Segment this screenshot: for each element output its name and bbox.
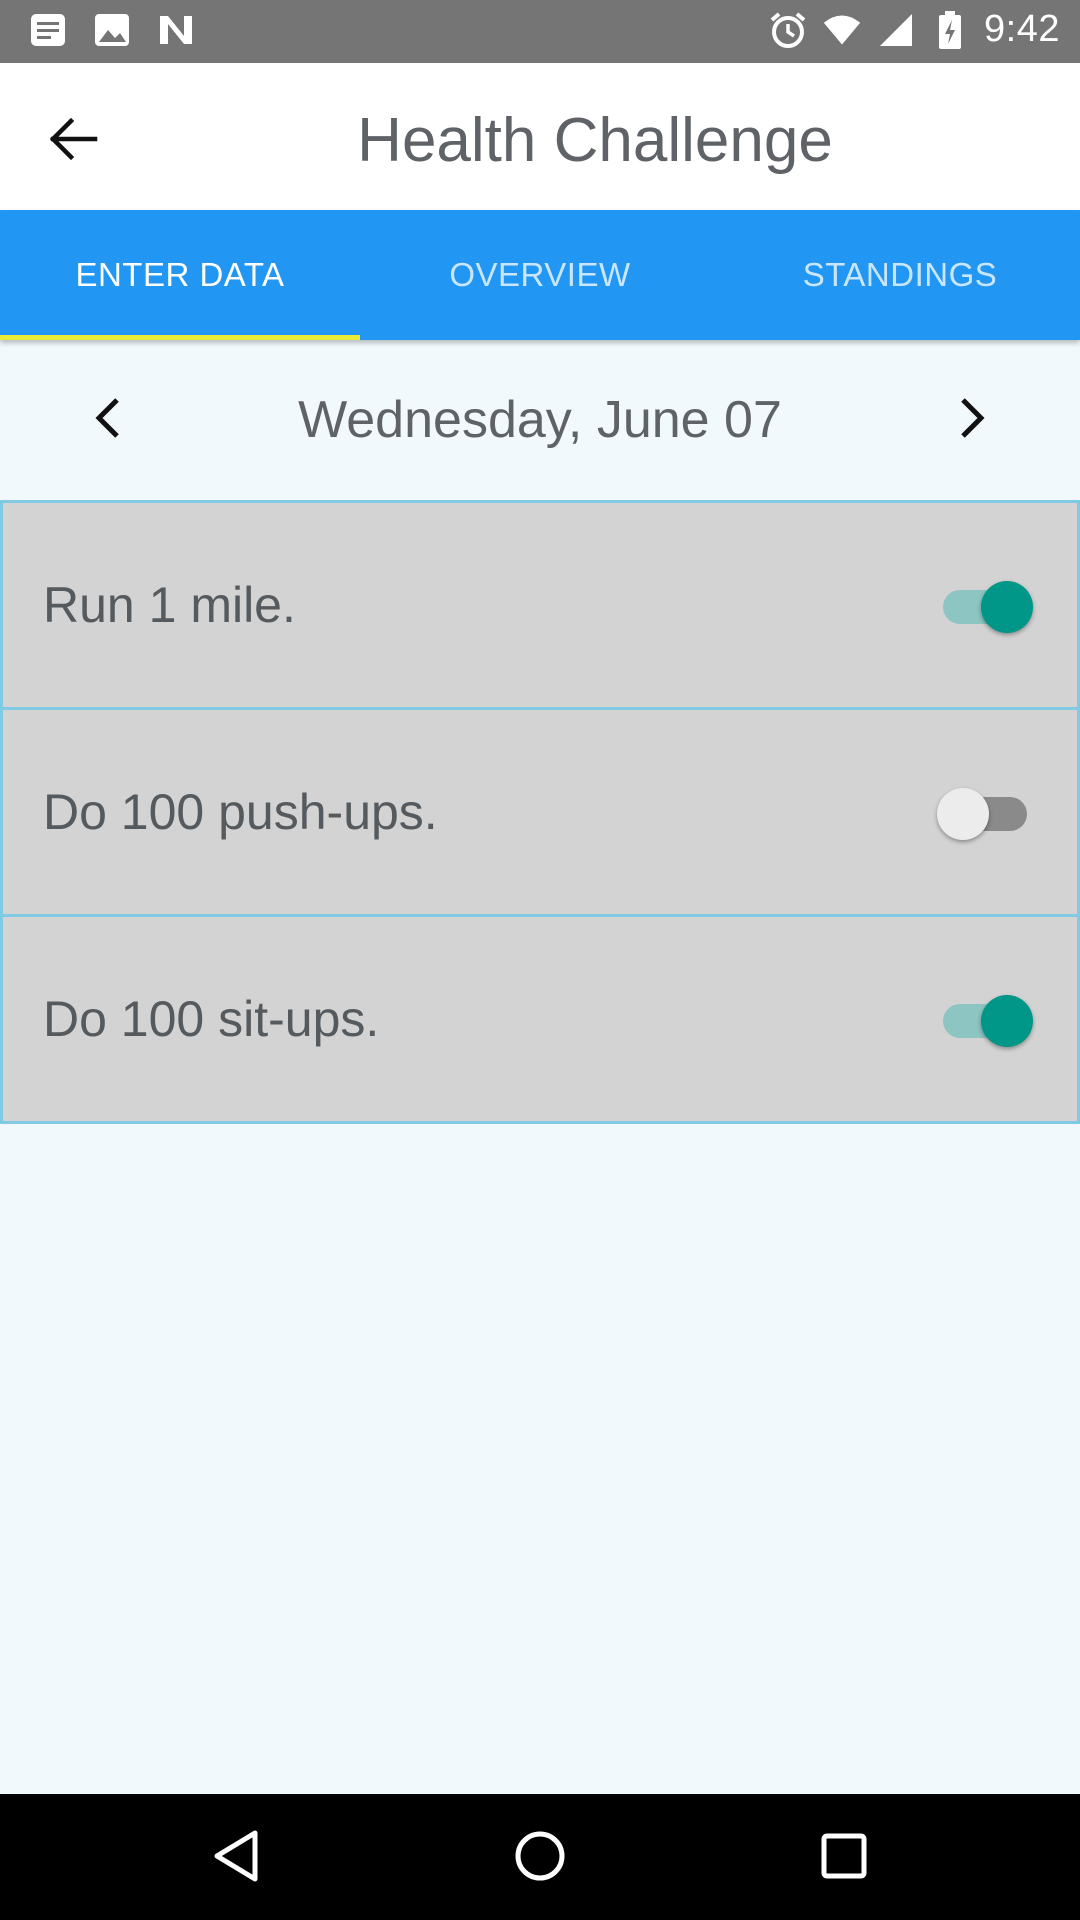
task-list: Run 1 mile. Do 100 push-ups. Do 100 sit-… [0,500,1080,1124]
recents-square-icon [819,1831,869,1886]
next-day-button[interactable] [936,384,1008,456]
alarm-icon [768,10,808,50]
tab-standings[interactable]: STANDINGS [720,210,1080,340]
task-toggle-run[interactable] [937,575,1033,635]
switch-thumb [981,581,1033,633]
image-icon [92,10,132,50]
wifi-icon [822,10,862,50]
date-navigator: Wednesday, June 07 [0,340,1080,500]
signal-icon [876,10,916,50]
task-label: Do 100 push-ups. [43,784,438,840]
back-triangle-icon [211,1829,261,1888]
tab-bar: ENTER DATA OVERVIEW STANDINGS [0,210,1080,340]
nav-back-button[interactable] [200,1822,272,1894]
status-bar-system: 9:42 [768,8,1060,51]
n-app-icon [156,10,196,50]
switch-thumb [981,995,1033,1047]
current-date: Wednesday, June 07 [298,391,782,449]
status-bar: 9:42 [0,0,1080,63]
task-toggle-sit-ups[interactable] [937,989,1033,1049]
app-bar: Health Challenge [0,63,1080,210]
chevron-right-icon [957,396,987,445]
task-label: Do 100 sit-ups. [43,991,380,1047]
nav-home-button[interactable] [504,1822,576,1894]
status-time: 9:42 [984,8,1060,50]
tab-overview[interactable]: OVERVIEW [360,210,720,340]
task-row-sit-ups: Do 100 sit-ups. [0,914,1080,1124]
nav-recents-button[interactable] [808,1822,880,1894]
home-circle-icon [513,1829,567,1888]
switch-thumb [937,788,989,840]
tab-enter-data[interactable]: ENTER DATA [0,210,360,340]
status-bar-notifications [28,10,196,50]
task-label: Run 1 mile. [43,577,296,633]
system-nav-bar [0,1794,1080,1920]
battery-icon [930,10,970,50]
task-row-run: Run 1 mile. [0,500,1080,710]
page-title: Health Challenge [357,106,833,175]
task-toggle-push-ups[interactable] [937,782,1033,842]
task-row-push-ups: Do 100 push-ups. [0,707,1080,917]
notes-icon [28,10,68,50]
